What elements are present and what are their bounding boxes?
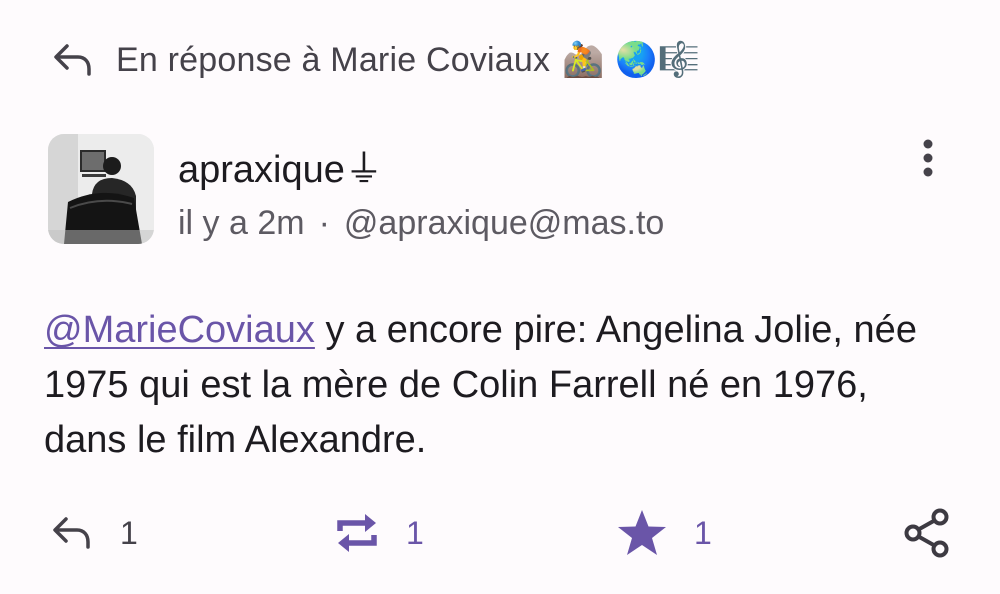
- favourite-count: 1: [694, 514, 712, 551]
- star-icon: [618, 510, 666, 555]
- reply-context[interactable]: En réponse à Marie Coviaux 🚵 🌏🎼: [50, 34, 700, 86]
- reply-arrow-icon: [50, 38, 94, 82]
- meta-separator: ·: [318, 204, 330, 242]
- author-display-name: apraxique: [178, 149, 345, 191]
- boost-count: 1: [406, 514, 424, 551]
- more-options-button[interactable]: [906, 134, 950, 182]
- reply-count: 1: [120, 514, 138, 551]
- author-block[interactable]: apraxique⏚: [178, 138, 383, 193]
- status-timestamp: il y a 2m: [178, 204, 305, 242]
- reply-arrow-icon: [53, 517, 90, 549]
- share-icon: [904, 508, 949, 558]
- avatar[interactable]: [48, 134, 154, 244]
- author-handle: @apraxique@mas.to: [343, 204, 665, 242]
- repeat-icon: [337, 514, 377, 552]
- favourite-button[interactable]: 1: [616, 505, 712, 561]
- reply-context-label: En réponse à Marie Coviaux: [116, 40, 551, 79]
- author-name-glyph: ⏚: [344, 149, 383, 191]
- more-vertical-icon: [923, 139, 933, 177]
- boost-button[interactable]: 1: [334, 505, 424, 561]
- action-bar: 1 1 1: [0, 505, 1000, 561]
- reply-context-emojis: 🚵 🌏🎼: [562, 40, 701, 80]
- share-button[interactable]: [904, 505, 950, 561]
- status-content: @MarieCoviaux y a encore pire: Angelina …: [44, 303, 944, 468]
- status-meta: il y a 2m · @apraxique@mas.to: [178, 204, 664, 243]
- mention-link[interactable]: @MarieCoviaux: [44, 309, 315, 351]
- reply-button[interactable]: 1: [50, 505, 138, 561]
